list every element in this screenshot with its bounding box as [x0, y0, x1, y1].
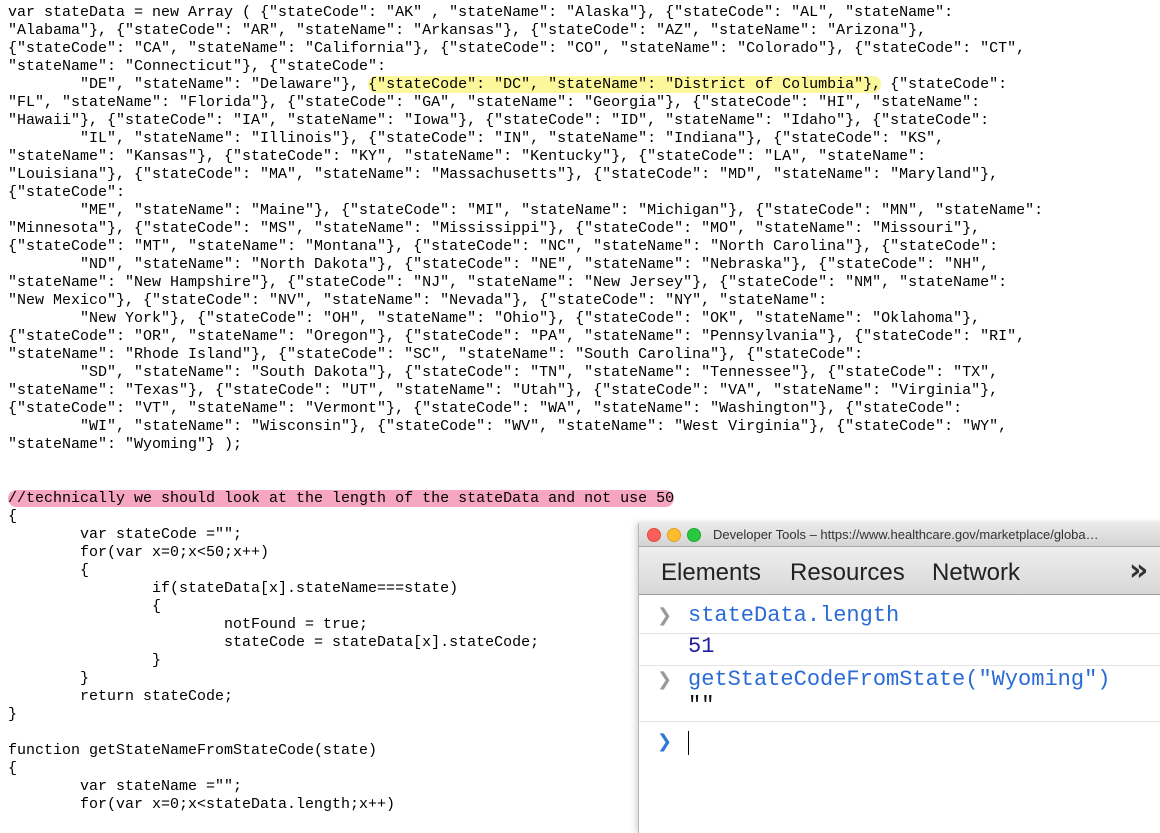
dc-highlight: {"stateCode": "DC", "stateName": "Distri…: [368, 76, 882, 93]
code-line: "FL", "stateName": "Florida"}, {"stateCo…: [8, 94, 981, 111]
chevron-right-icon: ❯: [657, 731, 673, 752]
code-line: {"stateCode": "CA", "stateName": "Califo…: [8, 40, 1026, 57]
devtools-titlebar: Developer Tools – https://www.healthcare…: [639, 523, 1160, 547]
developer-tools-window: Developer Tools – https://www.healthcare…: [638, 523, 1160, 833]
code-line: return stateCode;: [8, 688, 234, 705]
code-line: var stateCode ="";: [8, 526, 243, 543]
console-result: 51: [688, 634, 715, 659]
code-line: }: [8, 652, 162, 669]
code-line: "WI", "stateName": "Wisconsin"}, {"state…: [8, 418, 1008, 435]
more-tabs-icon[interactable]: »: [1129, 553, 1148, 588]
code-line-tail: {"stateCode":: [881, 76, 1008, 93]
tab-elements[interactable]: Elements: [661, 559, 761, 587]
code-line: {: [8, 760, 18, 777]
code-line: }: [8, 670, 90, 687]
code-line: for(var x=0;x<50;x++): [8, 544, 270, 561]
console-output-line: "": [639, 693, 1160, 729]
code-line: for(var x=0;x<stateData.length;x++): [8, 796, 396, 813]
console-input-line: ❯ stateData.length: [639, 601, 1160, 633]
code-line: "Alabama"}, {"stateCode": "AR", "stateNa…: [8, 22, 927, 39]
code-line: "stateName": "Wyoming"} );: [8, 436, 243, 453]
tab-resources[interactable]: Resources: [790, 559, 905, 587]
chevron-right-icon: ❯: [657, 605, 673, 626]
code-line: stateCode = stateData[x].stateCode;: [8, 634, 540, 651]
text-cursor: [688, 731, 689, 755]
code-line: "stateName": "Connecticut"}, {"stateCode…: [8, 58, 387, 75]
console-prompt-line[interactable]: ❯: [639, 727, 1160, 759]
code-line: "Hawaii"}, {"stateCode": "IA", "stateNam…: [8, 112, 990, 129]
code-line: var stateName ="";: [8, 778, 243, 795]
code-line: {: [8, 598, 162, 615]
chevron-right-icon: ❯: [657, 669, 673, 690]
code-line: }: [8, 706, 18, 723]
code-line: {"stateCode": "MT", "stateName": "Montan…: [8, 238, 999, 255]
console-command: getStateCodeFromState("Wyoming"): [688, 667, 1111, 692]
code-line: "SD", "stateName": "South Dakota"}, {"st…: [8, 364, 999, 381]
window-title: Developer Tools – https://www.healthcare…: [713, 527, 1099, 542]
code-line: var stateData = new Array ( {"stateCode"…: [8, 4, 954, 21]
code-line: "stateName": "New Hampshire"}, {"stateCo…: [8, 274, 1008, 291]
code-line: "IL", "stateName": "Illinois"}, {"stateC…: [8, 130, 945, 147]
console-divider: [639, 721, 1160, 722]
minimize-button[interactable]: [667, 527, 681, 542]
tab-network[interactable]: Network: [932, 559, 1020, 587]
code-line: {"stateCode": "OR", "stateName": "Oregon…: [8, 328, 1026, 345]
code-line: "New Mexico"}, {"stateCode": "NV", "stat…: [8, 292, 828, 309]
code-line: "Minnesota"}, {"stateCode": "MS", "state…: [8, 220, 981, 237]
code-line: "ND", "stateName": "North Dakota"}, {"st…: [8, 256, 990, 273]
code-line: "ME", "stateName": "Maine"}, {"stateCode…: [8, 202, 1044, 219]
code-line: if(stateData[x].stateName===state): [8, 580, 459, 597]
console-input-line: ❯ getStateCodeFromState("Wyoming"): [639, 665, 1160, 697]
console-command: stateData.length: [688, 603, 900, 628]
code-line: {"stateCode": "VT", "stateName": "Vermon…: [8, 400, 963, 417]
console-output-line: 51: [639, 633, 1160, 665]
close-button[interactable]: [647, 527, 661, 542]
code-line: function getStateNameFromStateCode(state…: [8, 742, 378, 759]
code-line: "stateName": "Kansas"}, {"stateCode": "K…: [8, 148, 927, 165]
code-line: {: [8, 508, 18, 525]
console-result: "": [688, 693, 715, 718]
comment-highlight: //technically we should look at the leng…: [8, 490, 675, 507]
devtools-toolbar: Elements Resources Network »: [639, 547, 1160, 595]
code-line: "New York"}, {"stateCode": "OH", "stateN…: [8, 310, 981, 327]
code-line: notFound = true;: [8, 616, 369, 633]
code-line: {"stateCode":: [8, 184, 126, 201]
code-line: "Louisiana"}, {"stateCode": "MA", "state…: [8, 166, 999, 183]
code-line: "stateName": "Texas"}, {"stateCode": "UT…: [8, 382, 999, 399]
code-line: {: [8, 562, 90, 579]
zoom-button[interactable]: [687, 527, 701, 542]
code-line: "stateName": "Rhode Island"}, {"stateCod…: [8, 346, 864, 363]
code-line: "DE", "stateName": "Delaware"},: [8, 76, 369, 93]
